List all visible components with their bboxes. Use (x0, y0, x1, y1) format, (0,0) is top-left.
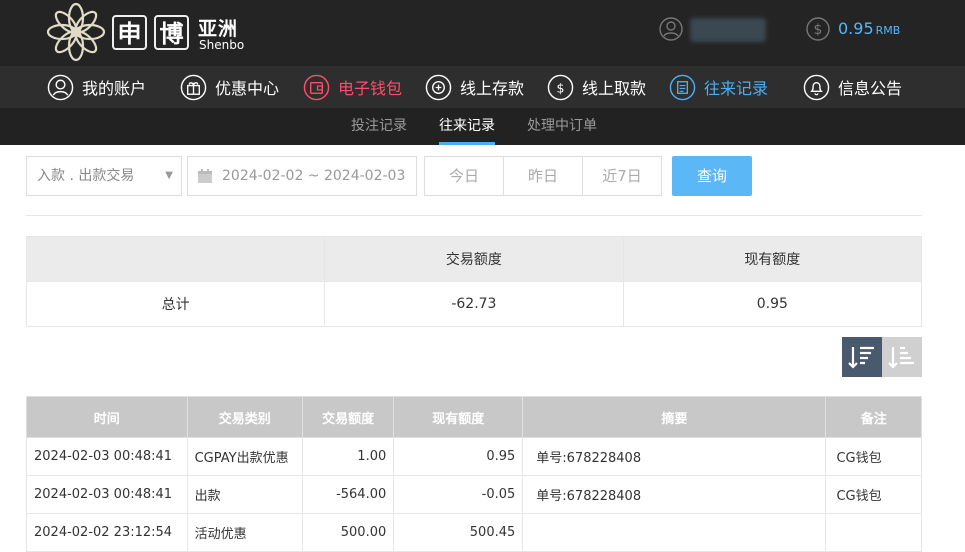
cell-amount: -564.00 (301, 475, 395, 514)
col-header-amount: 交易额度 (301, 396, 395, 438)
sort-ascending-button[interactable] (882, 337, 922, 377)
nav-deposit[interactable]: 线上存款 (425, 66, 524, 108)
main-nav: 我的账户 优惠中心 电子钱包 线上存款 $ 线上取款 往来记录 信息公告 (0, 66, 965, 108)
sort-descending-icon (848, 346, 874, 369)
currency-label: RMB (875, 24, 901, 37)
nav-withdraw[interactable]: $ 线上取款 (547, 66, 646, 108)
summary-total-balance: 0.95 (622, 281, 923, 327)
cell-time: 2024-02-03 00:48:41 (26, 437, 188, 476)
table-row: 2024-02-03 00:48:41 CGPAY出款优惠 1.00 0.95 … (26, 437, 922, 476)
nav-my-account[interactable]: 我的账户 (47, 66, 146, 108)
col-header-summary: 摘要 (522, 396, 827, 438)
balance-display: 0.95 RMB (838, 19, 900, 38)
table-row: 2024-02-02 23:12:54 活动优惠 500.00 500.45 (26, 513, 922, 552)
calendar-icon (198, 169, 212, 183)
tab-transaction-records[interactable]: 往来记录 (439, 108, 495, 145)
records-icon (669, 74, 696, 100)
nav-label: 线上取款 (582, 79, 647, 98)
transaction-type-value: 入款 . 出款交易 (37, 168, 135, 184)
query-button[interactable]: 查询 (672, 156, 752, 196)
flower-logo-icon (46, 2, 106, 62)
nav-label: 信息公告 (838, 79, 903, 98)
nav-label: 线上存款 (460, 79, 525, 98)
nav-promotions[interactable]: 优惠中心 (180, 66, 279, 108)
cell-balance: -0.05 (393, 475, 524, 514)
col-header-time: 时间 (26, 396, 188, 438)
nav-transaction-records[interactable]: 往来记录 (669, 66, 768, 108)
summary-total-amount: -62.73 (324, 281, 624, 327)
account-avatar-icon[interactable] (659, 17, 683, 41)
bell-icon (803, 74, 830, 100)
balance-amount: 0.95 (838, 19, 874, 38)
quick-7days-button[interactable]: 近7日 (582, 156, 662, 196)
divider (26, 215, 922, 216)
cell-summary: 单号:678228408 (522, 475, 827, 514)
summary-header-row: 交易额度 现有额度 (25, 236, 923, 282)
user-icon (47, 74, 74, 100)
cell-type: 出款 (186, 475, 303, 514)
summary-total-row: 总计 -62.73 0.95 (25, 281, 923, 327)
caret-down-icon: ▼ (165, 170, 173, 181)
logo-char-1: 申 (112, 15, 147, 50)
quick-yesterday-button[interactable]: 昨日 (503, 156, 583, 196)
transaction-type-select[interactable]: 入款 . 出款交易 ▼ (26, 156, 182, 196)
nav-label: 我的账户 (82, 79, 147, 98)
summary-table: 交易额度 现有额度 总计 -62.73 0.95 (25, 236, 923, 327)
summary-header-empty (25, 236, 326, 282)
sort-descending-button[interactable] (842, 337, 882, 377)
nav-label: 电子钱包 (338, 79, 403, 98)
nav-e-wallet[interactable]: 电子钱包 (303, 66, 402, 108)
username-redacted (690, 18, 766, 42)
deposit-icon (425, 74, 452, 100)
date-range-input[interactable]: 2024-02-02 ~ 2024-02-03 (187, 156, 417, 196)
withdraw-icon: $ (547, 74, 574, 100)
tab-pending-orders[interactable]: 处理中订单 (527, 108, 597, 145)
summary-header-amount: 交易额度 (324, 236, 624, 282)
logo-char-2: 博 (154, 15, 189, 50)
cell-summary: 单号:678228408 (522, 437, 827, 476)
cell-remark: CG钱包 (825, 437, 922, 476)
svg-text:$: $ (557, 80, 565, 95)
gift-icon (180, 74, 207, 100)
col-header-type: 交易类别 (186, 396, 303, 438)
cell-time: 2024-02-03 00:48:41 (26, 475, 188, 514)
svg-text:$: $ (814, 22, 823, 38)
nav-label: 优惠中心 (215, 79, 280, 98)
nav-announcements[interactable]: 信息公告 (803, 66, 902, 108)
cell-type: 活动优惠 (186, 513, 303, 552)
tab-bet-records[interactable]: 投注记录 (351, 108, 407, 145)
top-header: 申 博 亚洲 Shenbo $ 0.95 RMB (0, 0, 965, 66)
date-range-value: 2024-02-02 ~ 2024-02-03 (222, 168, 406, 184)
summary-total-label: 总计 (25, 281, 326, 327)
col-header-balance: 现有额度 (393, 396, 524, 438)
brand-logo[interactable]: 申 博 亚洲 Shenbo (44, 0, 264, 64)
logo-text-en: Shenbo (199, 38, 245, 52)
cell-amount: 1.00 (301, 437, 395, 476)
cell-balance: 500.45 (393, 513, 524, 552)
col-header-remark: 备注 (825, 396, 922, 438)
table-row: 2024-02-03 00:48:41 出款 -564.00 -0.05 单号:… (26, 475, 922, 514)
logo-text-cn: 亚洲 (198, 18, 239, 40)
cell-amount: 500.00 (301, 513, 395, 552)
cell-balance: 0.95 (393, 437, 524, 476)
nav-label: 往来记录 (704, 79, 769, 98)
records-table: 时间 交易类别 交易额度 现有额度 摘要 备注 2024-02-03 00:48… (26, 396, 922, 552)
cell-time: 2024-02-02 23:12:54 (26, 513, 188, 552)
cell-type: CGPAY出款优惠 (186, 437, 303, 476)
sort-ascending-icon (888, 346, 914, 369)
records-header-row: 时间 交易类别 交易额度 现有额度 摘要 备注 (26, 396, 922, 438)
quick-today-button[interactable]: 今日 (424, 156, 504, 196)
wallet-icon (303, 74, 330, 100)
summary-header-balance: 现有额度 (622, 236, 923, 282)
dollar-icon: $ (806, 17, 830, 41)
cell-remark: CG钱包 (825, 475, 922, 514)
cell-summary (522, 513, 827, 552)
cell-remark (825, 513, 922, 552)
sub-nav: 投注记录 往来记录 处理中订单 (0, 108, 965, 145)
